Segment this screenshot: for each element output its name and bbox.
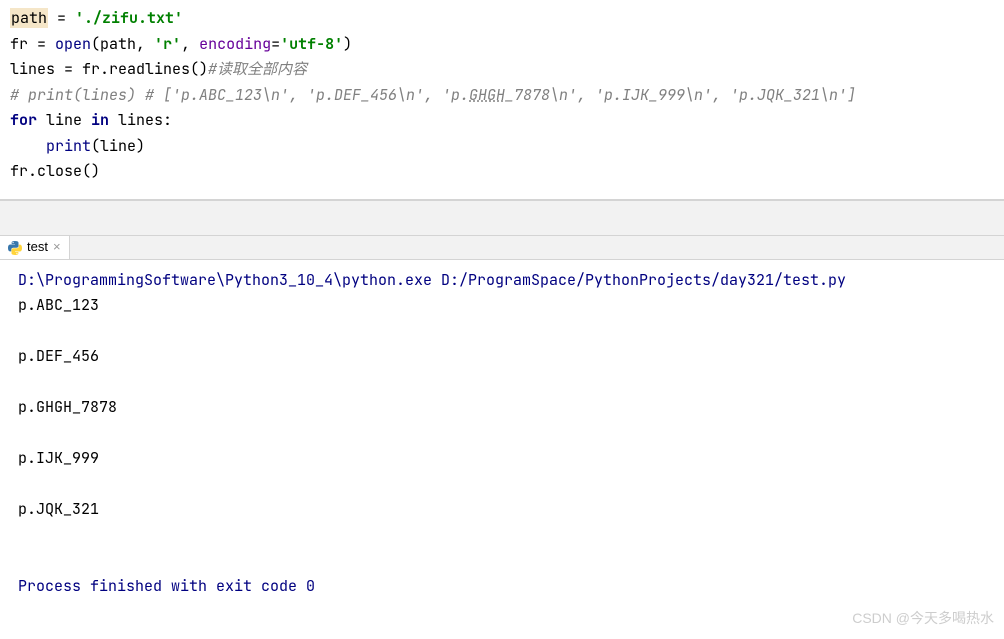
code-line: path = './zifu.txt'	[10, 6, 994, 32]
python-icon	[8, 240, 22, 254]
code-line: fr.close()	[10, 159, 994, 185]
console-exit-line: Process finished with exit code 0	[18, 574, 986, 600]
tab-test[interactable]: test ×	[0, 236, 70, 259]
blank-line	[18, 472, 986, 498]
blank-line	[18, 370, 986, 396]
code-line: fr = open(path, 'r', encoding='utf-8')	[10, 32, 994, 58]
code-line: lines = fr.readlines()#读取全部内容	[10, 57, 994, 83]
console-output-line: p.GHGH_7878	[18, 395, 986, 421]
console-tab-bar: test ×	[0, 236, 1004, 260]
blank-line	[18, 548, 986, 574]
close-icon[interactable]: ×	[53, 236, 61, 258]
console-output-line: p.JQK_321	[18, 497, 986, 523]
console-command: D:\ProgrammingSoftware\Python3_10_4\pyth…	[18, 268, 986, 294]
watermark: CSDN @今天多喝热水	[852, 607, 994, 631]
pane-divider[interactable]	[0, 200, 1004, 236]
blank-line	[18, 421, 986, 447]
blank-line	[18, 319, 986, 345]
variable-highlighted: path	[10, 8, 48, 28]
code-line: # print(lines) # ['p.ABC_123\n', 'p.DEF_…	[10, 83, 994, 109]
code-editor[interactable]: path = './zifu.txt' fr = open(path, 'r',…	[0, 0, 1004, 200]
code-line: print(line)	[10, 134, 994, 160]
console-output[interactable]: D:\ProgrammingSoftware\Python3_10_4\pyth…	[0, 260, 1004, 608]
blank-line	[18, 523, 986, 549]
console-output-line: p.DEF_456	[18, 344, 986, 370]
code-line: for line in lines:	[10, 108, 994, 134]
tab-label: test	[27, 236, 48, 258]
console-output-line: p.IJK_999	[18, 446, 986, 472]
console-output-line: p.ABC_123	[18, 293, 986, 319]
